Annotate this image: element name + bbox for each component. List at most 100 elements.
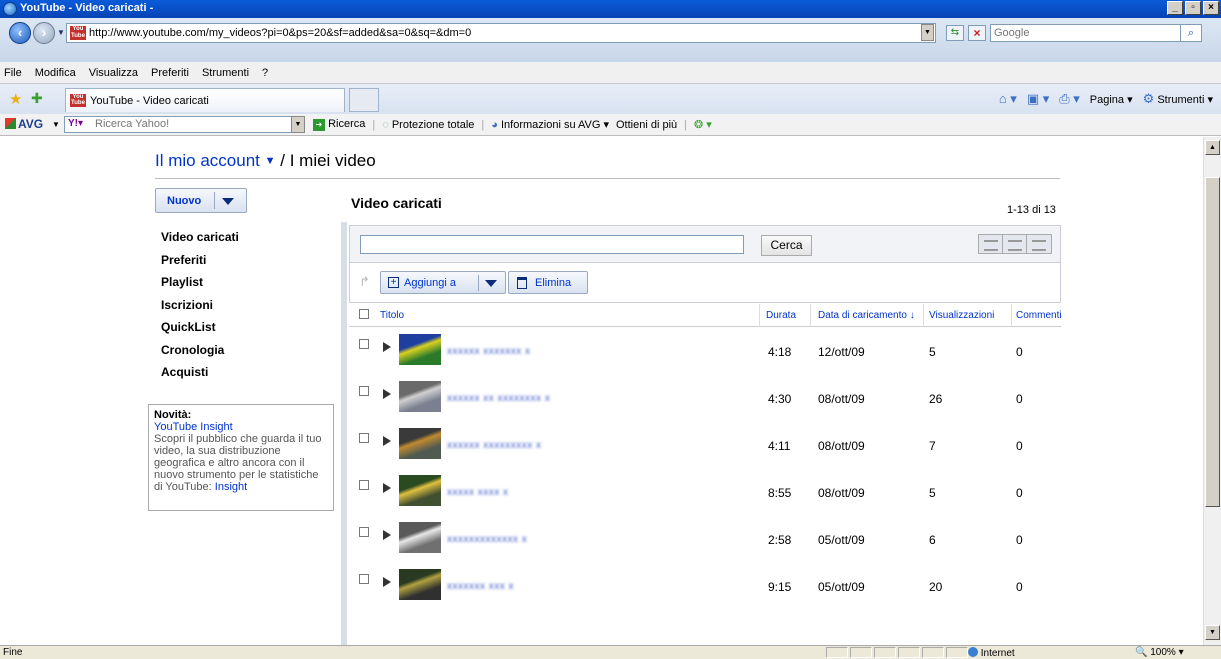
- row-checkbox[interactable]: [359, 574, 369, 584]
- yahoo-dropdown-icon[interactable]: ▼: [291, 116, 305, 133]
- row-checkbox[interactable]: [359, 339, 369, 349]
- video-title-link[interactable]: xxxxxxxxxxxxx x: [447, 534, 527, 545]
- feeds-icon[interactable]: ▣ ▾: [1027, 91, 1049, 107]
- menu-file[interactable]: File: [4, 67, 22, 79]
- status-bar: Fine Internet 🔍 100% ▾: [0, 645, 1221, 659]
- column-duration[interactable]: Durata: [766, 310, 796, 321]
- vertical-scrollbar[interactable]: ▲ ▼: [1203, 137, 1221, 645]
- video-thumbnail[interactable]: [399, 381, 441, 412]
- close-button[interactable]: ×: [1203, 1, 1219, 15]
- row-checkbox[interactable]: [359, 527, 369, 537]
- video-title-link[interactable]: xxxxxx xxxxxxx x: [447, 346, 531, 357]
- video-thumbnail[interactable]: [399, 428, 441, 459]
- address-field[interactable]: You Tube http://www.youtube.com/my_video…: [66, 23, 936, 43]
- forward-button[interactable]: ›: [33, 22, 55, 44]
- video-thumbnail[interactable]: [399, 522, 441, 553]
- sidebar-item-favorites[interactable]: Preferiti: [161, 253, 239, 276]
- yahoo-search-box[interactable]: Y!▾: [64, 116, 304, 133]
- tab-youtube[interactable]: You Tube YouTube - Video caricati: [65, 88, 345, 112]
- new-dropdown-icon[interactable]: [222, 198, 234, 205]
- column-comments[interactable]: Commenti: [1016, 310, 1062, 321]
- video-title-link[interactable]: xxxxxx xxxxxxxxx x: [447, 440, 542, 451]
- add-to-dropdown-icon[interactable]: [485, 280, 497, 287]
- menu-view[interactable]: Visualizza: [89, 67, 138, 79]
- back-button[interactable]: ‹: [9, 22, 31, 44]
- security-zone[interactable]: Internet: [968, 647, 1015, 659]
- play-icon[interactable]: [383, 530, 391, 540]
- news-insight-link[interactable]: Insight: [215, 481, 247, 493]
- address-url[interactable]: http://www.youtube.com/my_videos?pi=0&ps…: [89, 27, 471, 39]
- sidebar-item-quicklist[interactable]: QuickList: [161, 320, 239, 343]
- video-thumbnail[interactable]: [399, 569, 441, 600]
- avg-protection[interactable]: ◌ Protezione totale: [382, 119, 474, 131]
- list-view-icon[interactable]: [979, 235, 1003, 253]
- video-duration: 9:15: [768, 580, 792, 594]
- menu-favorites[interactable]: Preferiti: [151, 67, 189, 79]
- new-button[interactable]: Nuovo: [155, 188, 247, 213]
- video-title-link[interactable]: xxxxx xxxx x: [447, 487, 509, 498]
- compact-view-icon[interactable]: [1003, 235, 1027, 253]
- add-to-button[interactable]: + Aggiungi a: [380, 271, 506, 294]
- new-tab-button[interactable]: [349, 88, 379, 112]
- browser-search-input[interactable]: [991, 25, 1171, 41]
- column-views[interactable]: Visualizzazioni: [929, 310, 994, 321]
- menu-tools[interactable]: Strumenti: [202, 67, 249, 79]
- avg-logo[interactable]: AVG: [5, 117, 43, 131]
- avg-extra-icon[interactable]: ❂ ▾: [694, 118, 712, 131]
- video-thumbnail[interactable]: [399, 334, 441, 365]
- home-icon[interactable]: ⌂ ▾: [999, 91, 1017, 107]
- video-search-input[interactable]: [360, 235, 744, 254]
- menu-help[interactable]: ?: [262, 67, 268, 79]
- delete-button[interactable]: Elimina: [508, 271, 588, 294]
- sidebar-item-purchases[interactable]: Acquisti: [161, 365, 239, 388]
- breadcrumb-account-link[interactable]: Il mio account: [155, 151, 260, 170]
- history-dropdown-icon[interactable]: ▼: [57, 28, 65, 37]
- add-favorite-icon[interactable]: ✚: [31, 90, 43, 107]
- search-button[interactable]: Cerca: [761, 235, 812, 256]
- column-title[interactable]: Titolo: [380, 310, 404, 321]
- maximize-button[interactable]: ▫: [1185, 1, 1201, 15]
- play-icon[interactable]: [383, 342, 391, 352]
- row-checkbox[interactable]: [359, 480, 369, 490]
- scroll-up-icon[interactable]: ▲: [1205, 140, 1220, 155]
- favorites-star-icon[interactable]: ★: [9, 90, 22, 108]
- play-icon[interactable]: [383, 436, 391, 446]
- sidebar-item-playlist[interactable]: Playlist: [161, 275, 239, 298]
- video-thumbnail[interactable]: [399, 475, 441, 506]
- page-menu[interactable]: Pagina ▾: [1090, 93, 1133, 106]
- play-icon[interactable]: [383, 389, 391, 399]
- play-icon[interactable]: [383, 483, 391, 493]
- address-dropdown-icon[interactable]: ▼: [921, 24, 934, 41]
- sidebar-item-uploaded[interactable]: Video caricati: [161, 230, 239, 253]
- sidebar-item-history[interactable]: Cronologia: [161, 343, 239, 366]
- row-checkbox[interactable]: [359, 386, 369, 396]
- print-icon[interactable]: ⎙ ▾: [1059, 91, 1080, 107]
- refresh-icon[interactable]: ⇆: [946, 25, 964, 41]
- scroll-thumb[interactable]: [1205, 177, 1220, 507]
- chevron-down-icon[interactable]: ▼: [265, 155, 276, 167]
- grid-view-icon[interactable]: [1027, 235, 1051, 253]
- scroll-down-icon[interactable]: ▼: [1205, 625, 1220, 640]
- sidebar-item-subscriptions[interactable]: Iscrizioni: [161, 298, 239, 321]
- breadcrumb: Il mio account ▼ / I miei video: [155, 151, 376, 171]
- go-arrow-icon: ➔: [313, 119, 325, 131]
- search-magnifier-icon[interactable]: ⌕: [1180, 24, 1202, 42]
- stop-icon[interactable]: ×: [968, 25, 986, 41]
- avg-dropdown-icon[interactable]: ▼: [52, 120, 60, 129]
- browser-search-box[interactable]: [990, 24, 1200, 42]
- tools-menu[interactable]: ⚙ Strumenti ▾: [1143, 91, 1213, 107]
- select-all-checkbox[interactable]: [359, 309, 369, 319]
- video-title-link[interactable]: xxxxxxx xxx x: [447, 581, 514, 592]
- minimize-button[interactable]: _: [1167, 1, 1183, 15]
- play-icon[interactable]: [383, 577, 391, 587]
- zoom-level[interactable]: 🔍 100% ▾: [1135, 647, 1184, 658]
- row-checkbox[interactable]: [359, 433, 369, 443]
- avg-more[interactable]: Ottieni di più: [616, 119, 677, 131]
- avg-search-button[interactable]: ➔ Ricerca: [313, 118, 365, 131]
- menu-edit[interactable]: Modifica: [35, 67, 76, 79]
- video-title-link[interactable]: xxxxxx xx xxxxxxxx x: [447, 393, 550, 404]
- avg-info[interactable]: ◕ Informazioni su AVG ▾: [491, 118, 609, 131]
- news-link[interactable]: YouTube Insight: [154, 421, 328, 433]
- yahoo-search-input[interactable]: [95, 118, 275, 130]
- column-upload-date[interactable]: Data di caricamento ↓: [818, 310, 915, 321]
